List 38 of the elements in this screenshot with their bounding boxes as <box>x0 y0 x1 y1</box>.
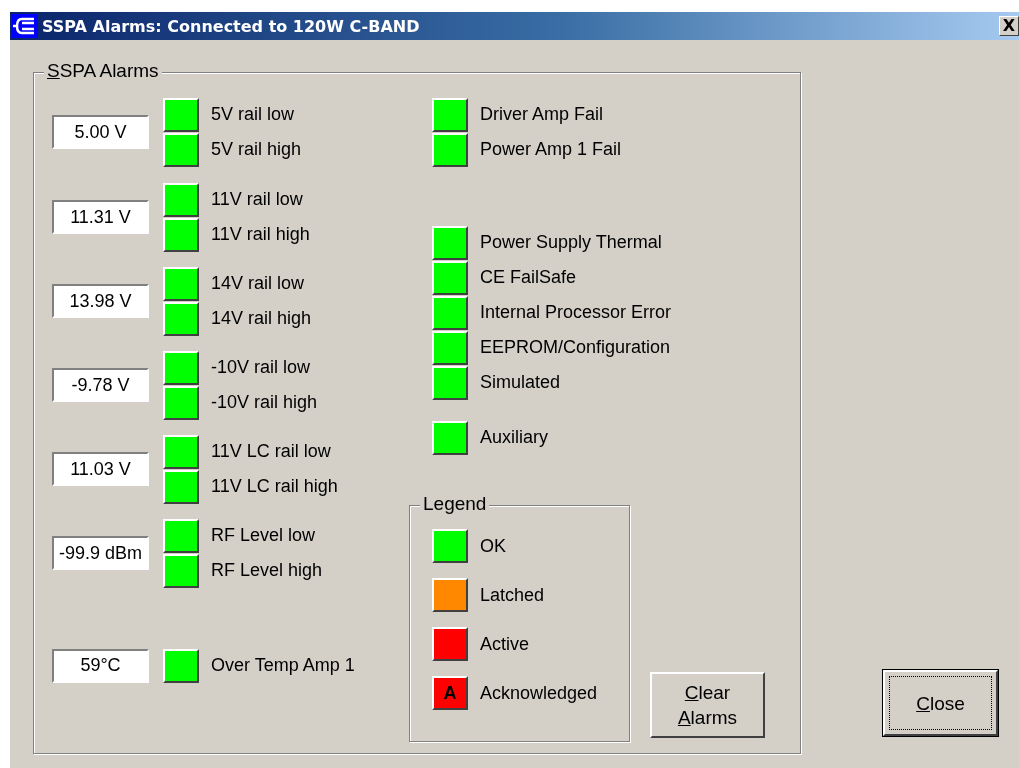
alarm-label: Over Temp Amp 1 <box>211 655 355 676</box>
alarm-label: Simulated <box>480 372 561 393</box>
reading-field: -99.9 dBm <box>52 536 149 570</box>
alarm-label: 11V LC rail low <box>211 441 331 462</box>
alarm-label: RF Level high <box>211 560 323 581</box>
reading-field: -9.78 V <box>52 368 149 402</box>
reading-field: 13.98 V <box>52 284 149 318</box>
alarm-label: CE FailSafe <box>480 267 577 288</box>
window-title: SSPA Alarms: Connected to 120W C-BAND <box>42 16 421 36</box>
alarm-label: Auxiliary <box>480 427 549 448</box>
alarm-label: 11V LC rail high <box>211 476 338 497</box>
alarm-label: Power Supply Thermal <box>480 232 662 253</box>
alarm-label: 14V rail high <box>211 308 312 329</box>
alarm-label: RF Level low <box>211 525 316 546</box>
close-button[interactable]: Close <box>883 670 998 736</box>
alarm-label: 11V rail low <box>211 189 303 210</box>
clear-alarms-button[interactable]: Clear Alarms <box>650 672 765 738</box>
legend-label: OK <box>480 535 506 557</box>
title-close-button[interactable]: X <box>999 16 1019 36</box>
connector-icon <box>12 14 38 38</box>
alarm-label: 5V rail low <box>211 104 295 125</box>
alarm-label: Internal Processor Error <box>480 302 672 323</box>
reading-field: 11.03 V <box>52 452 149 486</box>
alarm-label: 11V rail high <box>211 224 310 245</box>
alarm-label: Power Amp 1 Fail <box>480 139 622 160</box>
reading-field: 59°C <box>52 648 149 683</box>
alarm-label: -10V rail low <box>211 357 311 378</box>
alarm-label: 5V rail high <box>211 139 302 160</box>
legend-label: Active <box>480 633 530 655</box>
legend-swatch: A <box>432 676 468 710</box>
reading-field: 5.00 V <box>52 115 149 149</box>
alarm-label: 14V rail low <box>211 273 305 294</box>
alarm-label: -10V rail high <box>211 392 318 413</box>
legend-label: Latched <box>480 584 545 606</box>
alarm-label: EEPROM/Configuration <box>480 337 671 358</box>
alarm-label: Driver Amp Fail <box>480 104 604 125</box>
legend-label: Acknowledged <box>480 682 598 704</box>
reading-field: 11.31 V <box>52 200 149 234</box>
